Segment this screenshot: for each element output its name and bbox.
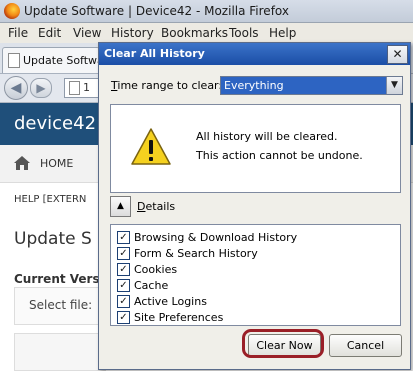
page-icon xyxy=(8,53,20,68)
checkbox[interactable]: ✓ xyxy=(117,279,130,292)
menu-view[interactable]: View xyxy=(73,26,101,40)
dialog-title: Clear All History xyxy=(104,47,205,60)
chevron-up-icon[interactable]: ▲ xyxy=(110,196,131,217)
menu-history[interactable]: History xyxy=(111,26,154,40)
select-file-field[interactable]: Select file: xyxy=(14,287,106,325)
warning-submessage: This action cannot be undone. xyxy=(196,149,363,162)
checkbox[interactable]: ✓ xyxy=(117,231,130,244)
home-icon[interactable] xyxy=(14,156,30,170)
details-label[interactable]: Details xyxy=(137,200,175,213)
checkbox[interactable]: ✓ xyxy=(117,311,130,324)
select-file-label: Select file: xyxy=(29,298,93,312)
firefox-logo-icon xyxy=(4,3,20,19)
url-text: 1 xyxy=(83,81,90,94)
close-icon[interactable]: ✕ xyxy=(387,45,408,64)
checkbox[interactable]: ✓ xyxy=(117,247,130,260)
browser-window-title: Update Software | Device42 - Mozilla Fir… xyxy=(24,4,289,18)
browser-title-bar: Update Software | Device42 - Mozilla Fir… xyxy=(0,0,413,23)
menu-help[interactable]: Help xyxy=(269,26,296,40)
menu-edit[interactable]: Edit xyxy=(38,26,61,40)
clear-history-dialog: Clear All History ✕ Time range to clear:… xyxy=(98,42,411,370)
time-range-value: Everything xyxy=(224,79,284,92)
time-range-select[interactable]: Everything ▼ xyxy=(220,76,403,95)
checkbox[interactable]: ✓ xyxy=(117,295,130,308)
page-title: Update S xyxy=(14,229,92,249)
forward-arrow-icon[interactable]: ▶ xyxy=(30,78,52,98)
dialog-title-bar[interactable]: Clear All History ✕ xyxy=(99,43,410,65)
warning-icon xyxy=(131,128,171,165)
chevron-down-icon[interactable]: ▼ xyxy=(386,77,402,94)
checkbox-label: Cache xyxy=(134,279,169,292)
checkbox-label: Browsing & Download History xyxy=(134,231,298,244)
back-arrow-icon[interactable]: ◀ xyxy=(4,76,28,100)
menu-bookmarks[interactable]: Bookmarks xyxy=(161,26,228,40)
history-items-list: ✓ Browsing & Download History ✓ Form & S… xyxy=(110,224,401,326)
browser-menu-bar: File Edit View History Bookmarks Tools H… xyxy=(0,23,413,43)
checkbox-label: Form & Search History xyxy=(134,247,258,260)
cancel-button[interactable]: Cancel xyxy=(329,334,402,357)
checkbox-label: Cookies xyxy=(134,263,178,276)
highlight-ring xyxy=(242,329,324,358)
browser-tab[interactable]: Update Softwar xyxy=(2,47,108,73)
time-range-label: Time range to clear: xyxy=(111,79,223,92)
checkbox[interactable]: ✓ xyxy=(117,263,130,276)
breadcrumb[interactable]: HELP [EXTERN xyxy=(14,194,86,205)
current-version-heading: Current Vers xyxy=(14,272,100,286)
menu-tools[interactable]: Tools xyxy=(229,26,259,40)
checkbox-label: Site Preferences xyxy=(134,311,224,324)
browser-tab-label: Update Softwar xyxy=(23,54,109,67)
menu-file[interactable]: File xyxy=(8,26,28,40)
checkbox-label: Active Logins xyxy=(134,295,207,308)
page-icon xyxy=(69,81,80,95)
upload-panel xyxy=(14,333,106,371)
warning-panel: All history will be cleared. This action… xyxy=(110,104,401,193)
nav-home[interactable]: HOME xyxy=(40,157,73,170)
site-brand[interactable]: device42 xyxy=(14,113,96,134)
warning-message: All history will be cleared. xyxy=(196,130,338,143)
